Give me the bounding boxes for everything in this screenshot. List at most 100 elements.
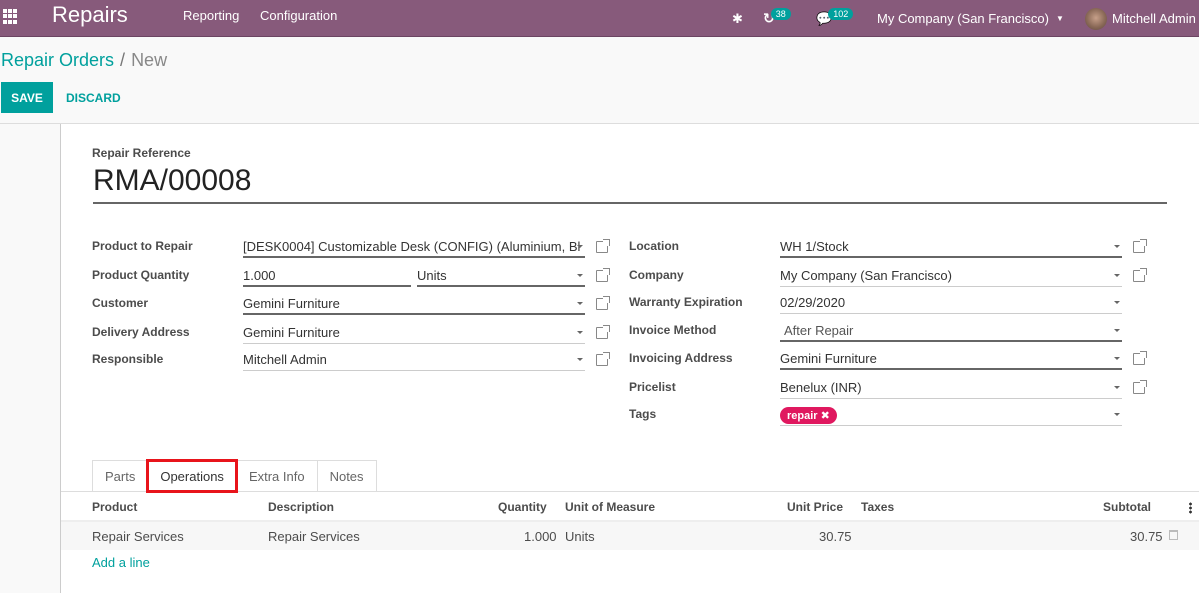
customer-field[interactable]: Gemini Furniture bbox=[243, 293, 585, 315]
column-header-unit-of-measure[interactable]: Unit of Measure bbox=[565, 500, 655, 514]
dropdown-caret-icon[interactable] bbox=[1114, 413, 1120, 416]
responsible-value: Mitchell Admin bbox=[243, 352, 327, 367]
invoicing-address-value: Gemini Furniture bbox=[780, 351, 877, 366]
user-avatar bbox=[1085, 7, 1107, 30]
responsible-label: Responsible bbox=[92, 352, 164, 366]
location-label: Location bbox=[629, 239, 679, 253]
debug-icon[interactable]: ✱ bbox=[732, 0, 743, 37]
tab-extra-info[interactable]: Extra Info bbox=[235, 460, 318, 492]
tag-label: repair bbox=[787, 410, 818, 422]
trash-icon[interactable] bbox=[1169, 530, 1178, 540]
top-navbar: Repairs Reporting Configuration ✱ ↻ 38 💬… bbox=[0, 0, 1199, 37]
external-link-icon[interactable] bbox=[1133, 268, 1147, 282]
breadcrumb-repair-orders[interactable]: Repair Orders bbox=[1, 50, 114, 70]
tab-notes[interactable]: Notes bbox=[316, 460, 377, 492]
apps-menu-icon[interactable] bbox=[3, 9, 18, 24]
pricelist-field[interactable]: Benelux (INR) bbox=[780, 377, 1122, 399]
row-product[interactable]: Repair Services bbox=[92, 529, 184, 544]
dropdown-caret-icon[interactable] bbox=[577, 274, 583, 277]
column-header-quantity[interactable]: Quantity bbox=[498, 500, 547, 514]
column-header-subtotal[interactable]: Subtotal bbox=[1103, 500, 1151, 514]
menu-reporting[interactable]: Reporting bbox=[183, 8, 239, 23]
notebook-tabs: Parts Operations Extra Info Notes bbox=[92, 459, 377, 493]
invoice-method-select[interactable]: After Repair bbox=[780, 320, 1122, 342]
delivery-address-label: Delivery Address bbox=[92, 325, 190, 339]
delivery-address-field[interactable]: Gemini Furniture bbox=[243, 322, 585, 344]
external-link-icon[interactable] bbox=[596, 352, 610, 366]
dropdown-caret-icon[interactable] bbox=[1114, 301, 1120, 304]
product-quantity-value: 1.000 bbox=[243, 268, 276, 283]
user-menu[interactable]: Mitchell Admin bbox=[1085, 0, 1196, 37]
form-sheet: Repair Reference RMA/00008 Product to Re… bbox=[60, 124, 1199, 593]
invoicing-address-field[interactable]: Gemini Furniture bbox=[780, 348, 1122, 370]
activities-button[interactable]: ↻ 38 bbox=[763, 0, 791, 37]
dropdown-caret-icon[interactable] bbox=[1114, 329, 1120, 332]
external-link-icon[interactable] bbox=[1133, 380, 1147, 394]
company-switcher[interactable]: My Company (San Francisco) ▼ bbox=[877, 0, 1064, 37]
customer-value: Gemini Furniture bbox=[243, 296, 340, 311]
customer-label: Customer bbox=[92, 296, 149, 310]
message-count-badge: 102 bbox=[828, 7, 854, 20]
dropdown-caret-icon[interactable] bbox=[1114, 245, 1120, 248]
external-link-icon[interactable] bbox=[596, 296, 610, 310]
product-quantity-field[interactable]: 1.000 bbox=[243, 265, 411, 287]
repair-reference-label: Repair Reference bbox=[92, 146, 191, 160]
external-link-icon[interactable] bbox=[596, 325, 610, 339]
dropdown-caret-icon[interactable] bbox=[1114, 357, 1120, 360]
warranty-expiration-field[interactable]: 02/29/2020 bbox=[780, 292, 1122, 314]
invoice-method-label: Invoice Method bbox=[629, 323, 717, 337]
optional-columns-icon[interactable] bbox=[1189, 502, 1192, 514]
row-unit-price[interactable]: 30.75 bbox=[819, 529, 852, 544]
location-value: WH 1/Stock bbox=[780, 239, 849, 254]
delivery-address-value: Gemini Furniture bbox=[243, 325, 340, 340]
table-row[interactable] bbox=[61, 522, 1199, 550]
app-name[interactable]: Repairs bbox=[52, 2, 128, 28]
pricelist-value: Benelux (INR) bbox=[780, 380, 862, 395]
tab-parts[interactable]: Parts bbox=[92, 460, 149, 492]
add-a-line-link[interactable]: Add a line bbox=[92, 555, 150, 570]
external-link-icon[interactable] bbox=[596, 268, 610, 282]
warranty-expiration-value: 02/29/2020 bbox=[780, 295, 846, 310]
company-value: My Company (San Francisco) bbox=[780, 268, 952, 283]
activity-count-badge: 38 bbox=[770, 7, 791, 20]
tab-operations[interactable]: Operations bbox=[146, 459, 238, 493]
row-uom[interactable]: Units bbox=[565, 529, 595, 544]
tag-remove-icon[interactable]: ✖ bbox=[821, 410, 830, 422]
dropdown-caret-icon[interactable] bbox=[577, 331, 583, 334]
row-subtotal: 30.75 bbox=[1130, 529, 1163, 544]
column-header-taxes[interactable]: Taxes bbox=[861, 500, 894, 514]
user-name: Mitchell Admin bbox=[1112, 11, 1196, 26]
dropdown-caret-icon[interactable] bbox=[577, 245, 583, 248]
location-field[interactable]: WH 1/Stock bbox=[780, 236, 1122, 258]
external-link-icon[interactable] bbox=[1133, 239, 1147, 253]
caret-down-icon: ▼ bbox=[1055, 14, 1064, 23]
dropdown-caret-icon[interactable] bbox=[1114, 274, 1120, 277]
messages-button[interactable]: 💬 102 bbox=[816, 0, 854, 37]
breadcrumb-separator: / bbox=[120, 50, 126, 70]
column-header-product[interactable]: Product bbox=[92, 500, 137, 514]
external-link-icon[interactable] bbox=[1133, 351, 1147, 365]
row-quantity[interactable]: 1.000 bbox=[524, 529, 557, 544]
column-header-unit-price[interactable]: Unit Price bbox=[787, 500, 843, 514]
menu-configuration[interactable]: Configuration bbox=[260, 8, 337, 23]
product-quantity-label: Product Quantity bbox=[92, 268, 190, 282]
dropdown-caret-icon[interactable] bbox=[577, 302, 583, 305]
save-button[interactable]: SAVE bbox=[1, 82, 53, 113]
invoicing-address-label: Invoicing Address bbox=[629, 351, 733, 365]
warranty-expiration-label: Warranty Expiration bbox=[629, 295, 743, 309]
dropdown-caret-icon[interactable] bbox=[577, 358, 583, 361]
pricelist-label: Pricelist bbox=[629, 380, 676, 394]
row-description[interactable]: Repair Services bbox=[268, 529, 360, 544]
product-uom-field[interactable]: Units bbox=[417, 265, 585, 287]
product-to-repair-field[interactable]: [DESK0004] Customizable Desk (CONFIG) (A… bbox=[243, 236, 585, 258]
dropdown-caret-icon[interactable] bbox=[1114, 386, 1120, 389]
repair-reference-value[interactable]: RMA/00008 bbox=[93, 164, 251, 198]
company-field[interactable]: My Company (San Francisco) bbox=[780, 265, 1122, 287]
external-link-icon[interactable] bbox=[596, 239, 610, 253]
responsible-field[interactable]: Mitchell Admin bbox=[243, 349, 585, 371]
discard-button[interactable]: DISCARD bbox=[60, 82, 127, 113]
tag-repair: repair ✖ bbox=[780, 407, 837, 424]
tags-field[interactable]: repair ✖ bbox=[780, 404, 1122, 426]
breadcrumb-current: New bbox=[131, 50, 168, 70]
column-header-description[interactable]: Description bbox=[268, 500, 334, 514]
